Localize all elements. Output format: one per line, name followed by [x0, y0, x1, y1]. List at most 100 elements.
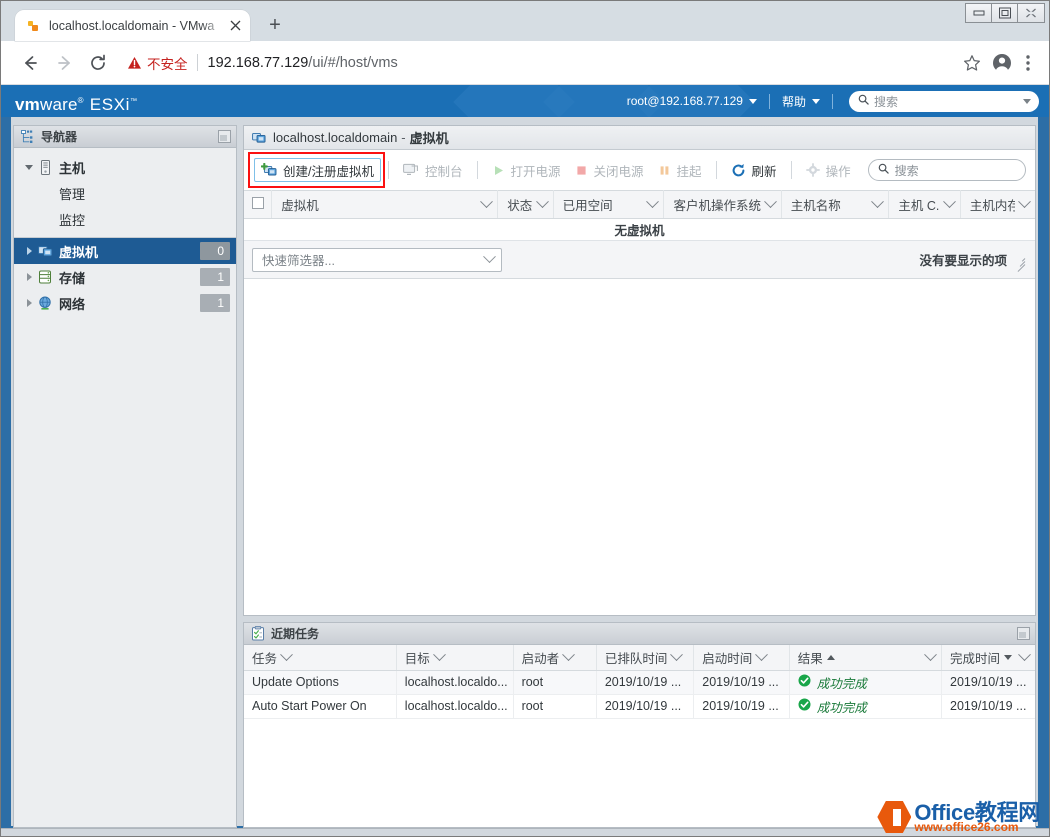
column-header-host-cpu[interactable]: 主机 C...: [888, 190, 961, 219]
navigator-icon: [21, 129, 35, 144]
sidebar-item-network[interactable]: 网络 1: [14, 290, 236, 316]
triangle-down-icon[interactable]: [22, 164, 36, 170]
column-header-guest-os[interactable]: 客户机操作系统: [663, 190, 782, 219]
refresh-label: 刷新: [751, 164, 777, 179]
chevron-down-icon[interactable]: [942, 195, 956, 209]
column-header-label: 目标: [404, 651, 430, 666]
create-register-vm-label: 创建/注册虚拟机: [283, 164, 374, 179]
resize-grip-icon[interactable]: [1015, 255, 1026, 272]
help-menu[interactable]: 帮助: [782, 93, 820, 110]
chevron-down-icon[interactable]: [483, 250, 496, 264]
brand-ware: ware: [39, 95, 78, 114]
column-header-status[interactable]: 状态: [497, 190, 554, 219]
network-globe-icon: [36, 296, 54, 311]
chevron-down-icon[interactable]: [1018, 648, 1031, 661]
sidebar-item-count: 1: [200, 268, 230, 286]
triangle-right-icon[interactable]: [22, 299, 36, 307]
column-header-label: 启动时间: [702, 651, 753, 666]
power-on-label: 打开电源: [510, 164, 561, 179]
column-header-complete-time[interactable]: 完成时间: [941, 645, 1035, 671]
cell-initiator: root: [513, 670, 597, 695]
create-register-vm-button[interactable]: 创建/注册虚拟机: [254, 158, 381, 182]
chevron-down-icon[interactable]: [871, 195, 885, 209]
user-menu[interactable]: root@192.168.77.129: [627, 94, 757, 108]
column-header-target[interactable]: 目标: [396, 645, 514, 671]
new-tab-button[interactable]: +: [260, 10, 290, 40]
close-icon[interactable]: [226, 17, 244, 35]
chevron-down-icon[interactable]: [535, 195, 549, 209]
column-header-initiator[interactable]: 启动者: [513, 645, 597, 671]
recent-tasks-title: 近期任务: [271, 627, 320, 641]
actions-gear-icon: [805, 163, 820, 177]
chevron-down-icon[interactable]: [280, 648, 293, 661]
column-header-host-name[interactable]: 主机名称: [781, 190, 890, 219]
sidebar-item-manage[interactable]: 管理: [14, 180, 236, 206]
column-header-vm[interactable]: 虚拟机: [271, 190, 499, 219]
empty-state-label: 无虚拟机: [244, 218, 1035, 241]
suspend-button: 挂起: [651, 158, 709, 182]
refresh-button[interactable]: 刷新: [724, 158, 784, 182]
back-arrow-icon[interactable]: [15, 48, 45, 78]
browser-tab[interactable]: localhost.localdomain - VMwa: [15, 10, 250, 41]
actions-label: 操作: [825, 164, 851, 179]
column-header-start-time[interactable]: 启动时间: [693, 645, 790, 671]
chevron-down-icon[interactable]: [432, 648, 446, 661]
recent-tasks-table: 任务 目标 启动者 已排队时间 启动时间 结果 完成时间 Update Opti…: [244, 645, 1035, 719]
account-avatar-icon[interactable]: [987, 48, 1017, 78]
column-header-host-memory[interactable]: 主机内存: [960, 190, 1035, 219]
chevron-down-icon[interactable]: [763, 195, 777, 209]
status-bar: [1, 828, 1049, 836]
chevron-down-icon[interactable]: [1023, 98, 1031, 104]
vm-table-header-row: 虚拟机 状态 已用空间 客户机操作系统 主机名称 主机 C. 主机内存: [244, 190, 1035, 219]
select-all-checkbox[interactable]: [244, 190, 273, 219]
console-label: 控制台: [424, 164, 463, 179]
vm-content-blank-area: [244, 279, 1035, 615]
minimize-icon[interactable]: [966, 4, 992, 22]
console-button: 控制台: [396, 158, 470, 182]
chevron-down-icon[interactable]: [755, 648, 769, 661]
column-header-used-space[interactable]: 已用空间: [553, 190, 665, 219]
checkbox-unchecked-icon: [252, 197, 264, 209]
column-header-task[interactable]: 任务: [244, 645, 397, 671]
chevron-down-icon[interactable]: [670, 648, 684, 661]
column-header-label: 已排队时间: [604, 651, 668, 666]
result-label: 成功完成: [816, 676, 867, 691]
column-header-label: 客户机操作系统: [673, 199, 761, 213]
star-icon[interactable]: [957, 48, 987, 78]
vm-search-input[interactable]: 搜索: [867, 159, 1026, 181]
sidebar-item-storage[interactable]: 存储 1: [14, 264, 236, 290]
tasks-header-row: 任务 目标 启动者 已排队时间 启动时间 结果 完成时间: [244, 645, 1035, 671]
table-row[interactable]: Update Options localhost.localdo... root…: [244, 670, 1035, 695]
navigator-tree: 主机 管理 监控 虚拟机 0 存储 1 网络 1: [14, 148, 236, 827]
panel-minimize-icon[interactable]: [1017, 627, 1030, 640]
chevron-down-icon[interactable]: [562, 648, 575, 661]
chevron-down-icon[interactable]: [480, 195, 494, 209]
panel-minimize-icon[interactable]: [218, 130, 231, 143]
column-header-result[interactable]: 结果: [789, 645, 943, 671]
esxi-header-bar: vmware® ESXi™ root@192.168.77.129 帮助 搜索: [1, 85, 1049, 117]
quick-filter-placeholder: 快速筛选器...: [262, 254, 335, 268]
address-bar[interactable]: 不安全 192.168.77.129/ui/#/host/vms: [125, 48, 951, 78]
tasks-blank-area: [244, 718, 1035, 827]
table-row[interactable]: Auto Start Power On localhost.localdo...…: [244, 694, 1035, 719]
suspend-label: 挂起: [676, 164, 702, 179]
column-header-queued-time[interactable]: 已排队时间: [596, 645, 695, 671]
chevron-down-icon[interactable]: [924, 648, 937, 661]
breadcrumb-section: 虚拟机: [409, 131, 449, 146]
reload-icon[interactable]: [83, 48, 113, 78]
help-menu-label: 帮助: [781, 94, 806, 109]
quick-filter-select[interactable]: 快速筛选器...: [252, 247, 502, 272]
sidebar-item-virtual-machines[interactable]: 虚拟机 0: [14, 238, 236, 264]
power-off-button: 关闭电源: [568, 158, 651, 182]
three-dot-menu-icon[interactable]: [1017, 48, 1039, 78]
close-icon[interactable]: [1018, 4, 1044, 22]
toolbar-divider: [715, 161, 717, 179]
triangle-right-icon[interactable]: [22, 247, 36, 255]
sidebar-item-monitor[interactable]: 监控: [14, 206, 236, 232]
header-search-box[interactable]: 搜索: [849, 90, 1039, 112]
chevron-down-icon[interactable]: [1018, 195, 1031, 209]
maximize-icon[interactable]: [992, 4, 1018, 22]
sidebar-item-host[interactable]: 主机: [14, 154, 236, 180]
chevron-down-icon[interactable]: [646, 195, 660, 209]
triangle-right-icon[interactable]: [22, 273, 36, 281]
